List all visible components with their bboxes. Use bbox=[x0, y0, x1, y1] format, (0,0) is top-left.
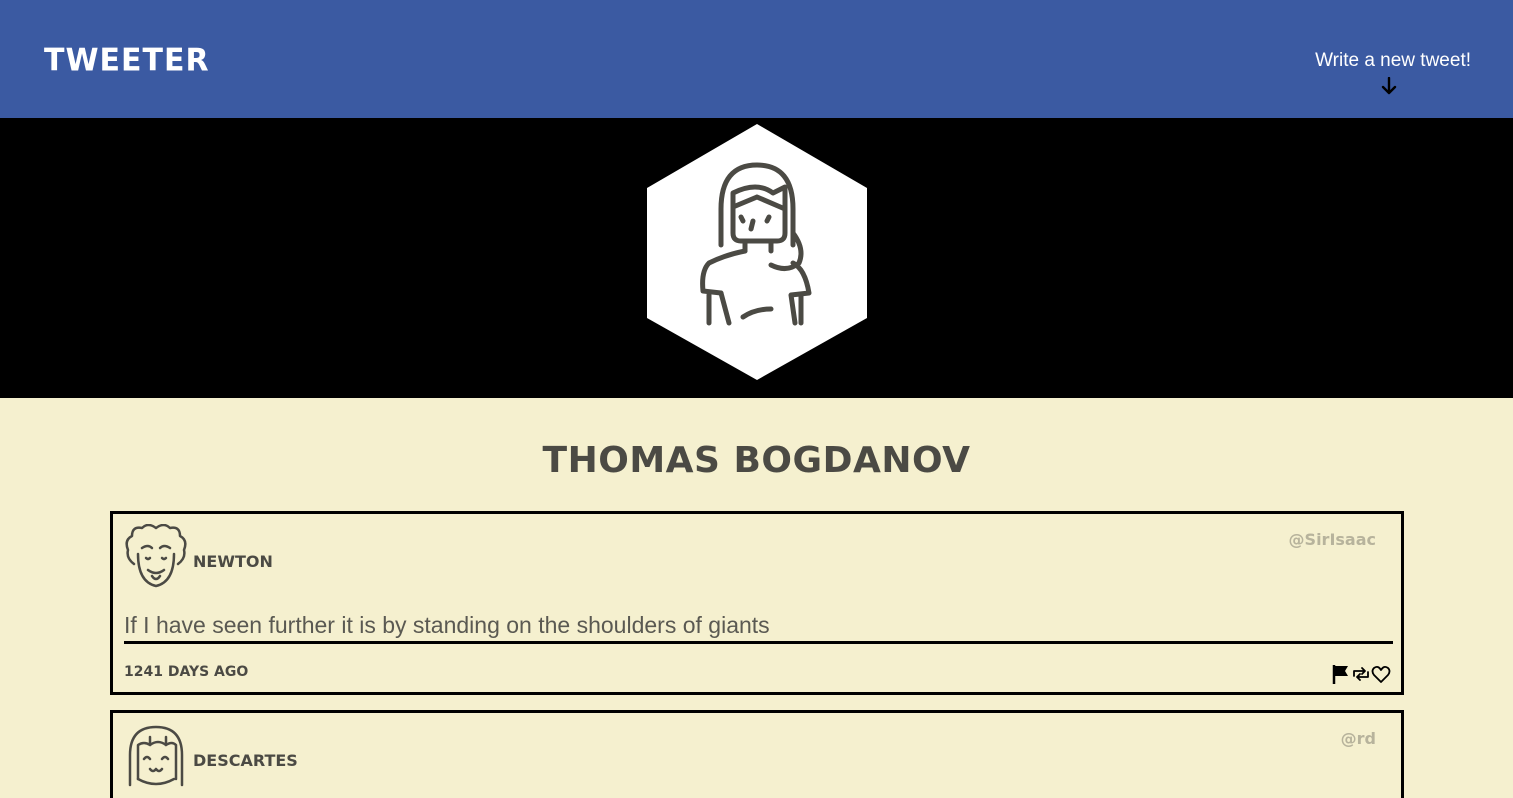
woman-avatar-icon bbox=[647, 124, 867, 380]
tweet-card: NEWTON @SirIsaac If I have seen further … bbox=[110, 511, 1404, 695]
heart-icon[interactable] bbox=[1371, 663, 1391, 685]
like-button[interactable] bbox=[1371, 663, 1391, 685]
tweet-author-name: DESCARTES bbox=[193, 751, 298, 770]
arrow-down-icon[interactable] bbox=[1381, 77, 1397, 95]
tweet-timestamp: 1241 DAYS AGO bbox=[124, 664, 249, 680]
tweet-author-handle: @rd bbox=[1340, 729, 1376, 748]
tweet-divider bbox=[124, 641, 1393, 644]
flag-button[interactable] bbox=[1331, 663, 1351, 685]
retweet-button[interactable] bbox=[1351, 663, 1371, 685]
tweet-text: If I have seen further it is by standing… bbox=[124, 612, 770, 638]
compose-tweet-label[interactable]: Write a new tweet! bbox=[1311, 50, 1471, 72]
compose-tweet-toggle[interactable]: Write a new tweet! bbox=[1311, 50, 1471, 95]
retweet-icon[interactable] bbox=[1351, 663, 1371, 685]
curly-hair-avatar-icon bbox=[125, 524, 187, 588]
tweet-actions bbox=[1331, 663, 1391, 685]
profile-banner bbox=[0, 118, 1513, 398]
tweet-author-name: NEWTON bbox=[193, 552, 273, 571]
profile-name: THOMAS BOGDANOV bbox=[542, 440, 971, 481]
top-nav-bar: TWEETER Write a new tweet! bbox=[0, 0, 1513, 118]
tweet-author-handle: @SirIsaac bbox=[1288, 530, 1376, 549]
flag-icon[interactable] bbox=[1331, 663, 1351, 685]
brand-logo[interactable]: TWEETER bbox=[44, 42, 210, 79]
tweet-card: DESCARTES @rd bbox=[110, 710, 1404, 798]
bob-hair-avatar-icon bbox=[128, 725, 184, 787]
